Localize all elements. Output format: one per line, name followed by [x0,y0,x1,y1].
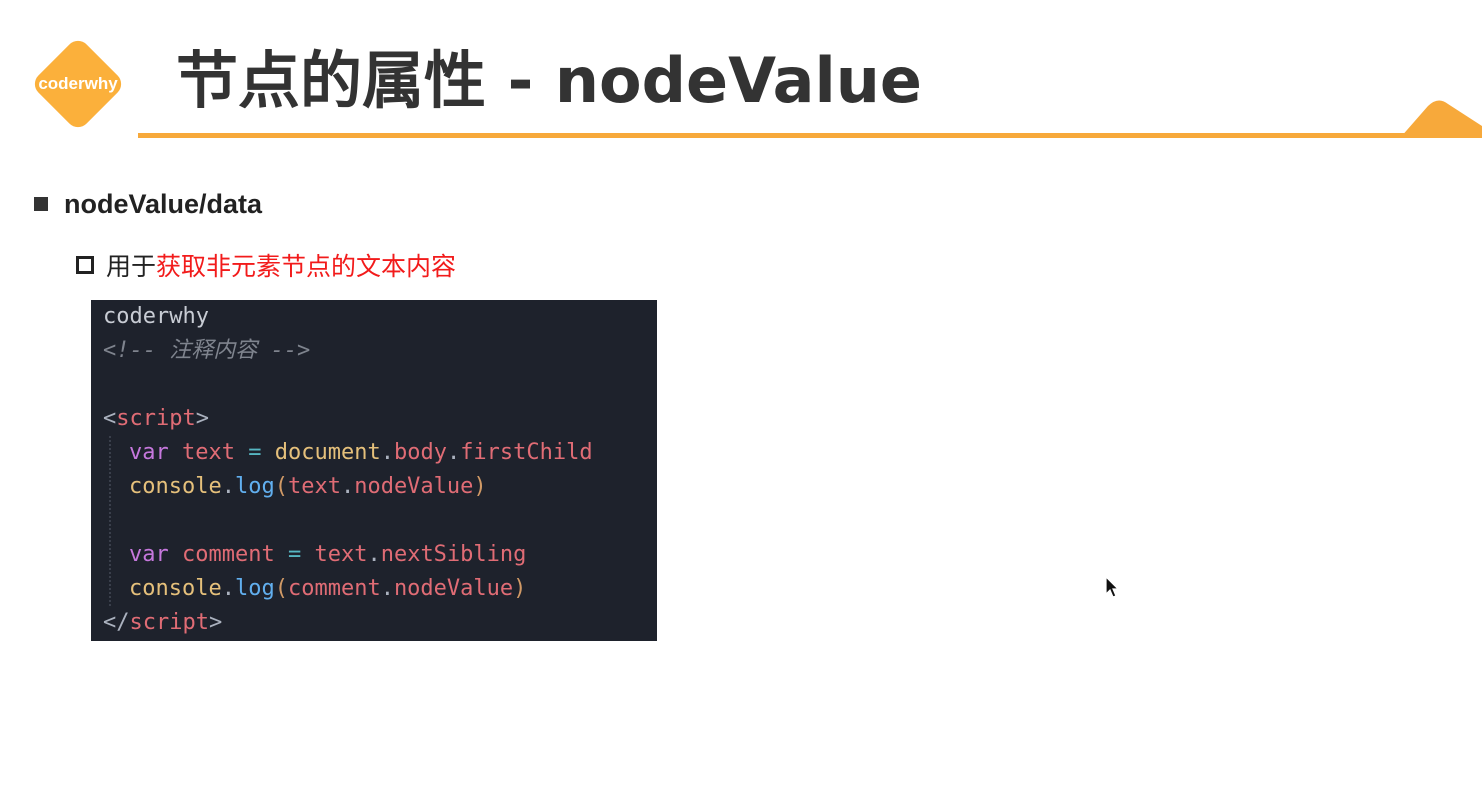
filled-square-bullet-icon [34,197,48,211]
code-token: console [129,576,222,601]
code-token: body [393,440,447,465]
code-text-node: coderwhy [103,304,209,329]
code-token: log [234,474,275,499]
code-token: ) [473,474,487,499]
code-line-script-close: </script> [103,606,222,640]
code-token: nextSibling [380,542,527,567]
mouse-pointer-icon [1105,576,1120,598]
code-token: ) [513,576,527,601]
code-token: . [221,474,235,499]
coderwhy-logo: coderwhy [24,30,132,138]
code-block: coderwhy <!-- 注释内容 --> <script> var text… [91,300,657,641]
code-token: var [129,542,169,567]
hollow-square-bullet-icon [76,256,94,274]
indent-guide [109,436,111,606]
code-token: < [103,406,117,431]
code-token: script [129,610,209,635]
code-token: . [367,542,381,567]
code-token: . [340,474,355,499]
code-line-var-text: var text = document.body.firstChild [129,436,593,470]
title-underline [138,133,1482,138]
code-token: text [182,440,235,465]
page-title: 节点的属性 - nodeValue [176,44,922,117]
code-line-text: coderwhy [103,300,209,334]
code-line-var-comment: var comment = text.nextSibling [129,538,526,572]
code-token: log [234,576,275,601]
code-token: . [221,576,235,601]
bullet-1-text: nodeValue/data [64,188,263,219]
code-token: . [446,440,461,465]
code-token: console [129,474,222,499]
code-token: text [314,542,368,567]
bullet-nodevalue-data: nodeValue/data [34,186,262,222]
code-token: > [195,406,209,431]
code-token: text [287,474,341,499]
code-token: ( [274,474,288,499]
logo-text: coderwhy [38,74,118,93]
code-token: . [380,576,394,601]
code-token: = [287,542,302,567]
corner-decoration [1400,100,1482,138]
code-line-log-comment: console.log(comment.nodeValue) [129,572,526,606]
code-token: nodeValue [354,474,474,499]
code-line-comment: <!-- 注释内容 --> [103,334,310,368]
code-token: var [129,440,169,465]
code-token: script [116,406,196,431]
bullet-2-highlight-text: 获取非元素节点的文本内容 [156,252,457,281]
code-token: document [274,440,381,465]
code-token: > [208,610,223,635]
code-line-log-text: console.log(text.nodeValue) [129,470,487,504]
code-token: nodeValue [393,576,514,601]
bullet-2-plain-text: 用于 [106,252,157,281]
code-token: . [380,440,394,465]
bullet-description: 用于 获取非元素节点的文本内容 [76,247,456,283]
code-token: comment [182,542,275,567]
code-token: comment [287,576,381,601]
code-token: ( [274,576,288,601]
code-line-script-open: <script> [103,402,209,436]
code-token: = [248,440,262,465]
code-comment-node: <!-- 注释内容 --> [103,338,311,363]
code-token: </ [103,610,130,635]
code-token: firstChild [460,440,593,465]
